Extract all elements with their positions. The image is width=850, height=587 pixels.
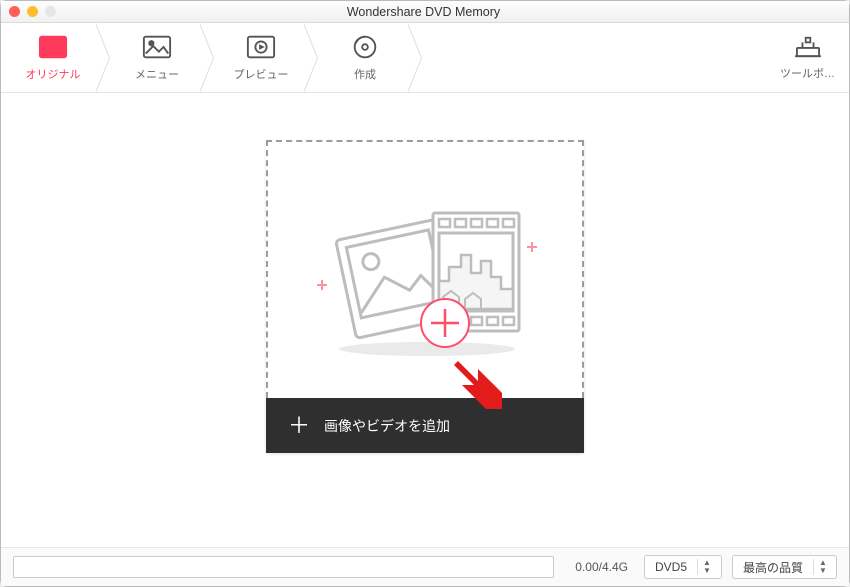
step-original[interactable]: オリジナル [11, 23, 95, 93]
project-name-input[interactable] [13, 556, 554, 578]
disc-size-readout: 0.00/4.4G [564, 560, 634, 574]
toolbox-label: ツールボ… [780, 65, 835, 81]
stepper-icon: ▲▼ [813, 559, 827, 575]
dropzone-illustration [305, 181, 545, 359]
disc-type-value: DVD5 [655, 560, 687, 574]
zoom-window-button[interactable] [45, 6, 56, 17]
add-media-button[interactable]: ＋ 画像やビデオを追加 [266, 398, 584, 453]
main-area: ＋ 画像やビデオを追加 [1, 93, 849, 548]
toolbox-button[interactable]: ツールボ… [780, 35, 849, 81]
disc-type-select[interactable]: DVD5 ▲▼ [644, 555, 722, 579]
plus-icon: ＋ [288, 415, 310, 437]
step-create[interactable]: 作成 [323, 23, 407, 93]
minimize-window-button[interactable] [27, 6, 38, 17]
step-original-label: オリジナル [26, 66, 81, 82]
step-create-label: 作成 [354, 66, 376, 82]
quality-select[interactable]: 最高の品質 ▲▼ [732, 555, 837, 579]
media-drop-card: ＋ 画像やビデオを追加 [266, 140, 584, 453]
stepper-icon: ▲▼ [697, 559, 711, 575]
close-window-button[interactable] [9, 6, 20, 17]
step-menu[interactable]: メニュー [115, 23, 199, 93]
media-drop-zone[interactable] [266, 140, 584, 398]
traffic-lights [9, 6, 56, 17]
step-preview-label: プレビュー [234, 66, 289, 82]
window-title: Wondershare DVD Memory [56, 5, 791, 19]
steps-toolbar: オリジナル メニュー プレビュー [1, 23, 849, 93]
add-media-label: 画像やビデオを追加 [324, 416, 450, 436]
app-window: Wondershare DVD Memory オリジナル メニュー [0, 0, 850, 587]
bottom-bar: 0.00/4.4G DVD5 ▲▼ 最高の品質 ▲▼ [1, 548, 849, 586]
step-preview[interactable]: プレビュー [219, 23, 303, 93]
step-menu-label: メニュー [135, 66, 179, 82]
quality-value: 最高の品質 [743, 559, 803, 576]
title-bar: Wondershare DVD Memory [1, 1, 849, 23]
